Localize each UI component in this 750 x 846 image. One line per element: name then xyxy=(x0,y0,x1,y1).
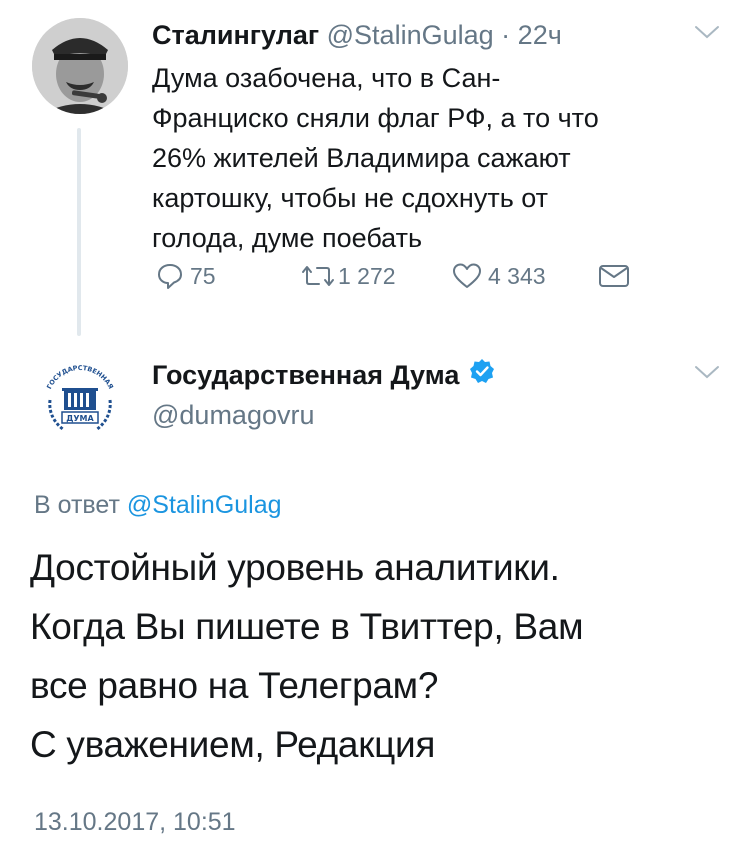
tweet1-separator: · xyxy=(501,20,511,50)
tweet1-header: Сталингулаг @StalinGulag · 22ч xyxy=(152,18,562,52)
heart-icon xyxy=(452,262,482,290)
tweet2-author-handle[interactable]: @dumagovru xyxy=(152,398,315,432)
reply-icon xyxy=(156,262,184,290)
tweet1-author-handle[interactable]: @StalinGulag xyxy=(327,20,494,50)
thread-connector-line xyxy=(77,128,81,336)
tweet1-text-line: Франциско сняли флаг РФ, а то что xyxy=(152,103,599,133)
tweet1-text-line: картошку, чтобы не сдохнуть от xyxy=(152,183,549,213)
reply-button[interactable]: 75 xyxy=(156,262,216,290)
reply-to-link[interactable]: @StalinGulag xyxy=(127,491,282,519)
tweet2-text-line: С уважением, Редакция xyxy=(30,724,436,765)
reply-count: 75 xyxy=(190,262,216,289)
duma-avatar[interactable]: ГОСУДАРСТВЕННАЯ ДУМА xyxy=(34,360,126,452)
duma-logo-label: ДУМА xyxy=(66,414,94,423)
tweet2-text-line: Когда Вы пишете в Твиттер, Вам xyxy=(30,606,584,647)
tweet1-author-name[interactable]: Сталингулаг xyxy=(152,20,319,50)
tweet2-timestamp[interactable]: 13.10.2017, 10:51 xyxy=(34,806,236,838)
tweet1-text: Дума озабочена, что в Сан- Франциско сня… xyxy=(152,58,712,258)
tweet2-text: Достойный уровень аналитики. Когда Вы пи… xyxy=(30,538,730,774)
tweet2-text-line: Достойный уровень аналитики. xyxy=(30,547,560,588)
verified-badge-icon xyxy=(469,358,495,392)
tweet1-chevron-down-icon[interactable] xyxy=(694,24,720,45)
tweet2-author-row: Государственная Дума xyxy=(152,358,495,392)
tweet1-action-bar: 75 1 272 4 343 xyxy=(0,262,750,302)
reply-prefix: В ответ xyxy=(34,491,120,519)
retweet-count: 1 272 xyxy=(338,262,396,289)
stalingulag-avatar[interactable] xyxy=(32,18,128,114)
portrait-image xyxy=(32,18,128,114)
tweet2-chevron-down-icon[interactable] xyxy=(694,364,720,385)
duma-logo-icon: ГОСУДАРСТВЕННАЯ ДУМА xyxy=(35,361,125,451)
tweet1-text-line: голода, думе поебать xyxy=(152,223,423,253)
tweet2-text-line: все равно на Телеграм? xyxy=(30,665,439,706)
like-button[interactable]: 4 343 xyxy=(452,262,546,290)
direct-message-button[interactable] xyxy=(598,262,630,290)
reply-context: В ответ @StalinGulag xyxy=(34,489,282,521)
retweet-button[interactable]: 1 272 xyxy=(300,262,396,290)
tweet1-time[interactable]: 22ч xyxy=(518,20,562,50)
tweet1-text-line: Дума озабочена, что в Сан- xyxy=(152,63,501,93)
retweet-icon xyxy=(300,262,336,290)
tweet1-text-line: 26% жителей Владимира сажают xyxy=(152,143,571,173)
like-count: 4 343 xyxy=(488,262,546,289)
envelope-icon xyxy=(598,262,630,290)
tweet2-author-name[interactable]: Государственная Дума xyxy=(152,358,459,392)
